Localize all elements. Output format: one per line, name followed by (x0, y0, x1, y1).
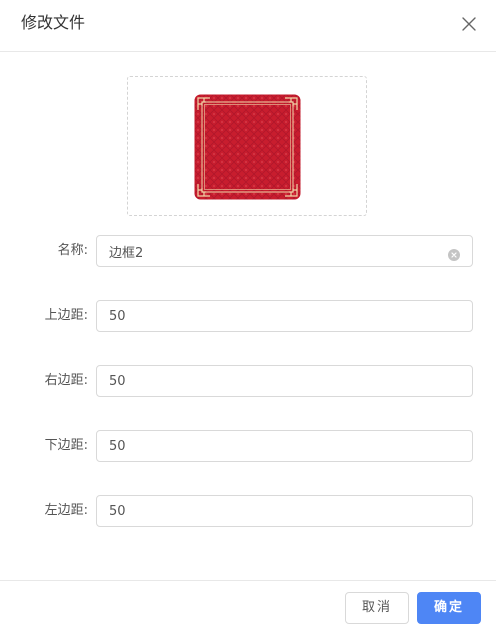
bottom-margin-label: 下边距: (44, 438, 88, 453)
top-margin-input[interactable] (97, 301, 472, 331)
dialog-title: 修改文件 (21, 13, 86, 32)
right-margin-input[interactable] (97, 366, 472, 396)
dialog-footer: 取消 确定 (0, 580, 496, 630)
form-row-bottom-margin: 下边距: (0, 430, 496, 462)
cancel-button[interactable]: 取消 (345, 592, 409, 624)
right-margin-input-wrapper[interactable] (96, 365, 473, 397)
name-label: 名称: (57, 243, 88, 258)
left-margin-label: 左边距: (44, 503, 88, 518)
close-icon[interactable] (458, 13, 480, 35)
name-input[interactable] (97, 236, 472, 266)
bottom-margin-input[interactable] (97, 431, 472, 461)
name-input-wrapper[interactable] (96, 235, 473, 267)
clear-input-icon[interactable] (448, 246, 460, 261)
top-margin-input-wrapper[interactable] (96, 300, 473, 332)
confirm-button[interactable]: 确定 (417, 592, 481, 624)
left-margin-input-wrapper[interactable] (96, 495, 473, 527)
form-row-right-margin: 右边距: (0, 365, 496, 397)
left-margin-input[interactable] (97, 496, 472, 526)
form-row-top-margin: 上边距: (0, 300, 496, 332)
dialog-header: 修改文件 (0, 0, 496, 52)
form-row-name: 名称: (0, 235, 496, 267)
bottom-margin-input-wrapper[interactable] (96, 430, 473, 462)
form-row-left-margin: 左边距: (0, 495, 496, 527)
right-margin-label: 右边距: (44, 373, 88, 388)
top-margin-label: 上边距: (44, 308, 88, 323)
frame-thumbnail (194, 94, 301, 200)
edit-file-dialog: 修改文件 名称: 边框2 上边距: 50 右边距: 50 下边距: 50 左边距… (0, 0, 496, 630)
image-preview-area[interactable] (127, 76, 367, 216)
